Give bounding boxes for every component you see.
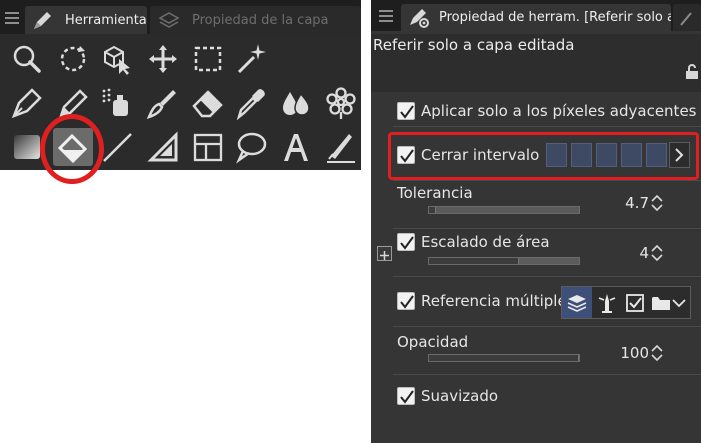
tab-herramienta-label: Herramienta [65,13,147,28]
check-icon [400,236,414,250]
pen-tool-icon[interactable] [7,84,47,122]
correct-line-tool-icon[interactable] [321,128,361,166]
area-scaling-slider[interactable] [428,257,580,265]
fill-tool-highlight [40,114,104,184]
zoom-tool-icon[interactable] [7,40,47,78]
all-layers-icon[interactable] [562,287,592,318]
opacity-value: 100 [620,344,649,362]
tab-propiedad-capa[interactable]: Propiedad de la capa [150,6,361,34]
tab-propiedad-herramienta-label: Propiedad de herram. [Referir solo a [439,10,671,25]
tab-herramienta[interactable]: Herramienta [25,6,147,34]
panel-menu-icon[interactable] [379,10,393,22]
area-scaling-checkbox[interactable] [397,233,415,251]
check-icon [400,295,414,309]
adjacent-pixels-checkbox[interactable] [397,102,415,120]
row-divider [393,126,701,127]
check-icon [400,390,414,404]
tool-panel: Herramienta Propiedad de la capa [0,0,361,184]
tolerance-label: Tolerancia [397,184,473,202]
brush-tool-icon[interactable] [143,84,183,122]
area-scaling-expand-button[interactable] [377,246,392,261]
reference-layer-icon[interactable] [592,287,622,318]
close-gap-highlight [388,132,699,180]
eraser-tool-icon[interactable] [188,84,228,122]
tool-property-tabbar: Propiedad de herram. [Referir solo a [371,0,701,31]
area-scaling-slider-fill [429,258,519,264]
tool-property-icon [410,9,429,28]
tab-propiedad-capa-label: Propiedad de la capa [192,13,329,28]
area-scaling-value: 4 [639,244,649,262]
opacity-label: Opacidad [397,333,469,351]
opacity-slider-fill [429,355,579,361]
tab-next[interactable] [673,4,701,31]
magic-wand-icon[interactable] [231,40,271,78]
antialias-checkbox[interactable] [397,387,415,405]
airbrush-tool-icon[interactable] [97,84,137,122]
check-icon [400,105,414,119]
area-scaling-spinner-icon[interactable] [650,243,664,263]
tool-property-panel: Propiedad de herram. [Referir solo a Ref… [371,0,701,443]
area-scaling-label: Escalado de área [421,233,550,251]
row-divider [393,180,701,181]
operation-tool-icon[interactable] [97,40,137,78]
antialias-label: Suavizado [421,387,499,405]
blend-tool-icon[interactable] [276,84,316,122]
balloon-tool-icon[interactable] [231,128,271,166]
rotate-tool-icon[interactable] [53,40,93,78]
pen-icon [34,12,51,29]
move-tool-icon[interactable] [143,40,183,78]
tolerance-slider[interactable] [428,206,580,214]
layer-property-icon [158,12,180,28]
tolerance-value: 4.7 [625,194,649,212]
row-divider [393,228,701,229]
layer-reference-header: Referir solo a capa editada [371,34,701,92]
tolerance-spinner-icon[interactable] [650,193,664,213]
frame-tool-icon[interactable] [188,128,228,166]
row-divider [393,276,701,277]
row-divider [393,326,701,327]
ruler-tool-icon[interactable] [143,128,183,166]
subtool-name: Referir solo a capa editada [373,36,575,54]
multi-reference-options [561,286,691,319]
eyedropper-tool-icon[interactable] [231,84,271,122]
chevron-down-icon[interactable] [668,287,690,318]
text-tool-icon[interactable] [276,128,316,166]
row-divider [393,374,701,375]
multi-reference-checkbox[interactable] [397,292,415,310]
opacity-spinner-icon[interactable] [650,343,664,363]
adjacent-pixels-label: Aplicar solo a los píxeles adyacentes [421,102,697,120]
decoration-tool-icon[interactable] [321,84,361,122]
tool-panel-tabbar: Herramienta Propiedad de la capa [0,0,361,34]
tolerance-slider-fill [429,207,437,213]
selection-tool-icon[interactable] [188,40,228,78]
lock-icon[interactable] [684,64,700,80]
brush-size-icon [680,12,692,26]
opacity-slider[interactable] [428,354,580,362]
plus-icon [380,251,389,260]
multi-reference-label: Referencia múltiple [421,292,567,310]
tab-propiedad-herramienta[interactable]: Propiedad de herram. [Referir solo a [401,4,671,31]
panel-menu-icon[interactable] [5,12,19,24]
